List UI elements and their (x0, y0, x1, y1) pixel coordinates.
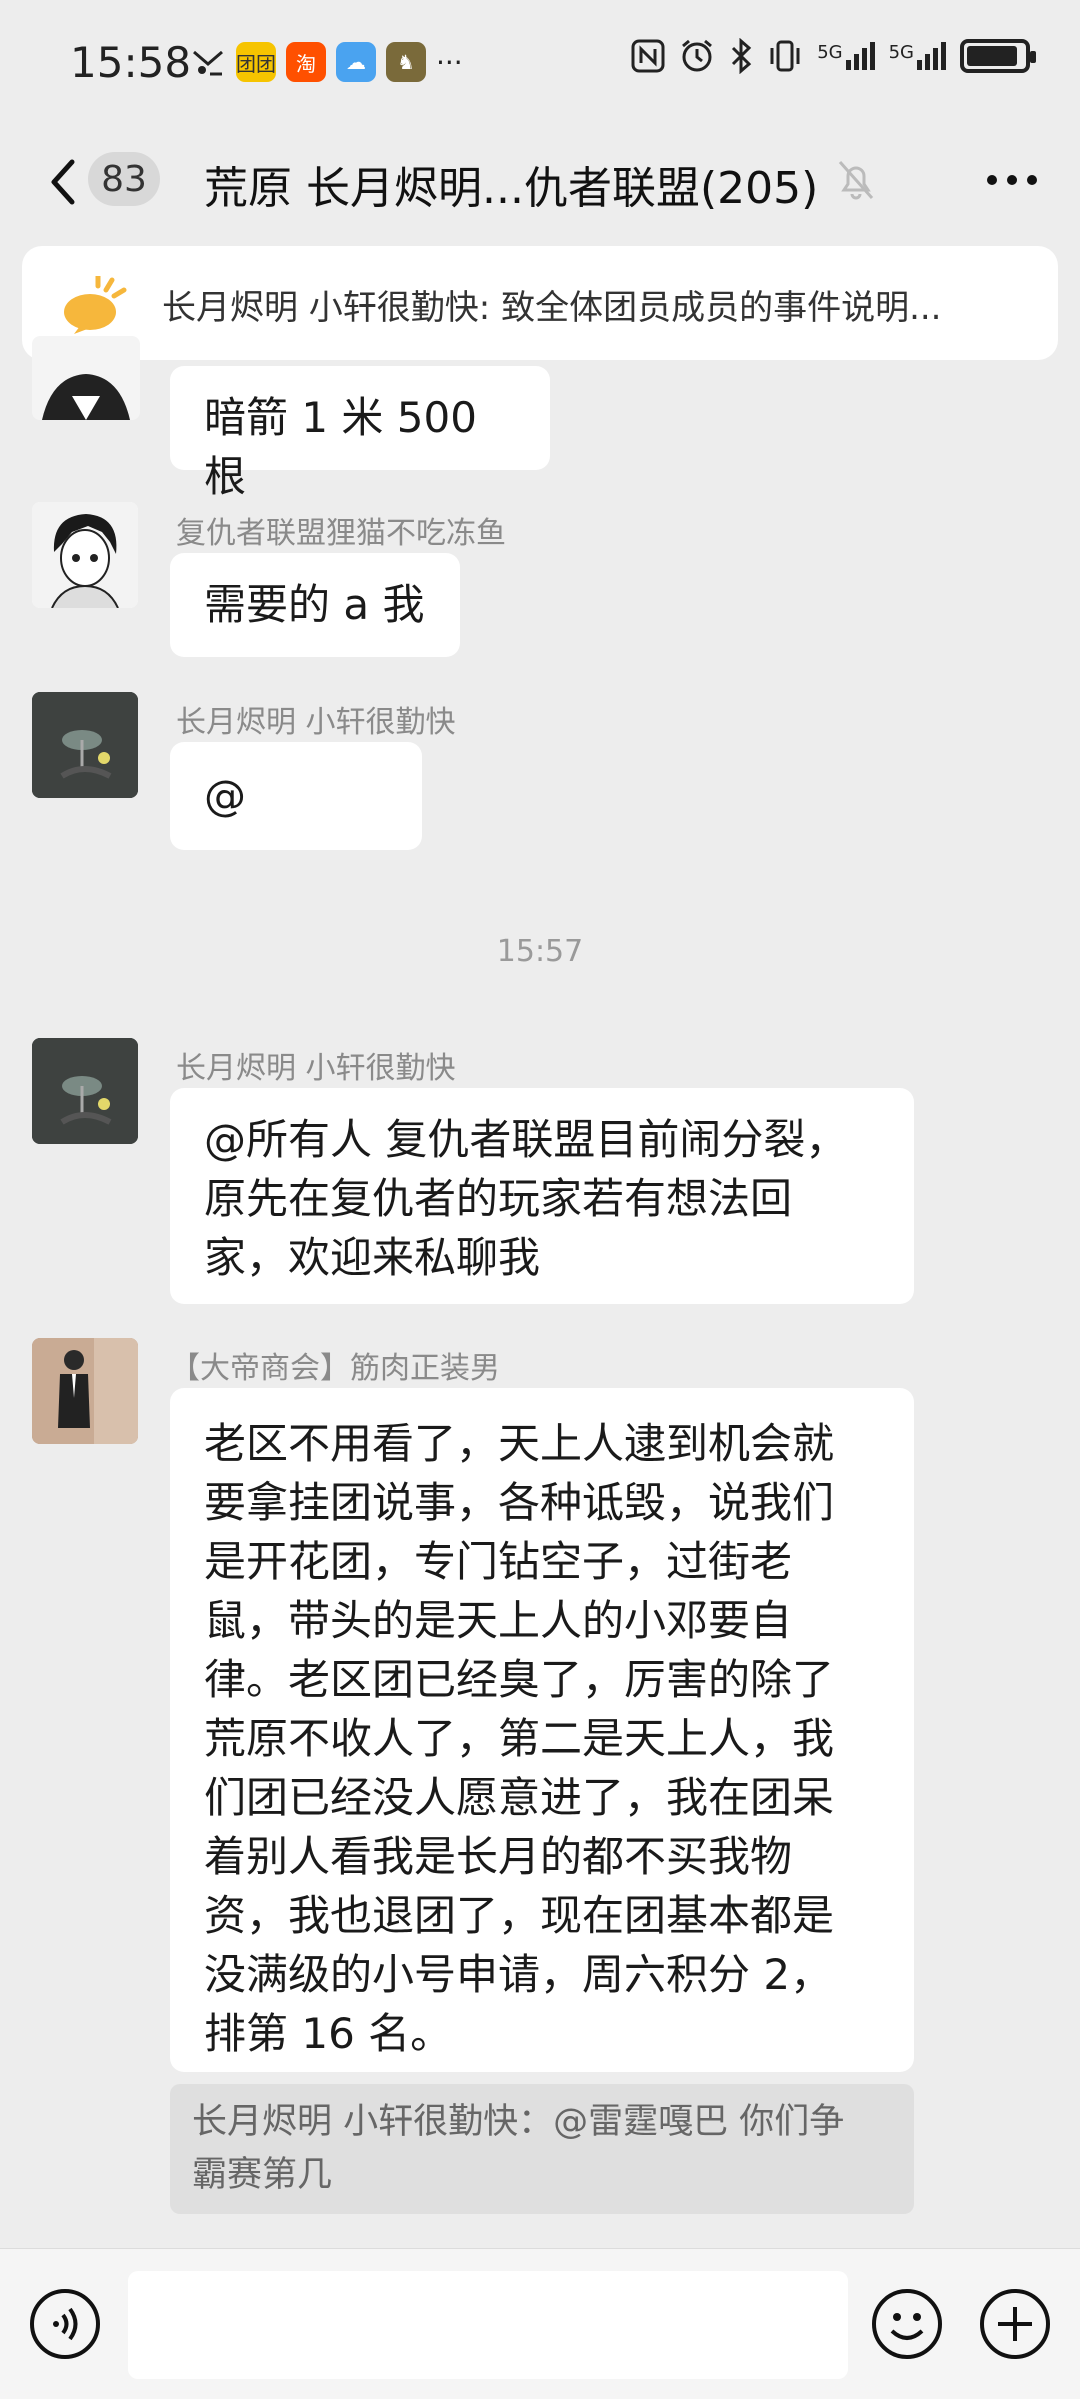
sender-name: 长月烬明 小轩很勤快 (176, 1051, 456, 1086)
group-notice-banner[interactable]: 长月烬明 小轩很勤快: 致全体团员成员的事件说明... (22, 246, 1058, 360)
avatar[interactable] (32, 336, 140, 420)
vibrate-icon (770, 40, 800, 72)
unread-count-badge[interactable]: 83 (88, 152, 160, 206)
emoji-icon[interactable] (870, 2287, 944, 2361)
message-bubble[interactable]: @ (170, 742, 422, 850)
voice-input-icon[interactable] (28, 2287, 102, 2361)
sender-name: 复仇者联盟狸猫不吃冻鱼 (176, 516, 506, 551)
avatar[interactable] (32, 1038, 138, 1144)
taobao-icon: 淘 (286, 42, 326, 82)
input-bar (0, 2248, 1080, 2399)
announcement-icon (64, 276, 127, 334)
add-attachment-icon[interactable] (978, 2287, 1052, 2361)
message-bubble[interactable]: 需要的 a 我 (170, 553, 460, 657)
mute-bell-icon (838, 161, 874, 200)
status-app-icons: 团团 淘 ☁ ♞ ··· (190, 42, 463, 82)
status-time: 15:58 (70, 38, 192, 87)
weather-icon: ☁ (336, 42, 376, 82)
game-icon: ♞ (386, 42, 426, 82)
message-bubble[interactable]: 老区不用看了，天上人逮到机会就 要拿挂团说事，各种诋毁，说我们 是开花团，专门钻… (170, 1388, 914, 2072)
alarm-icon (682, 39, 713, 72)
bluetooth-icon (732, 38, 752, 74)
avatar[interactable] (32, 1338, 138, 1444)
signal-5g-2: 5G (889, 42, 946, 70)
quoted-message[interactable]: 长月烬明 小轩很勤快：@雷霆嘎巴 你们争 霸赛第几 (170, 2084, 914, 2214)
chat-header: 83 荒原 长月烬明...仇者联盟(205) (0, 130, 1080, 240)
app-icon-1: 团团 (236, 42, 276, 82)
sender-name: 长月烬明 小轩很勤快 (176, 705, 456, 740)
more-options-icon[interactable] (982, 160, 1042, 200)
avatar[interactable] (32, 692, 138, 798)
back-arrow-icon[interactable] (40, 152, 90, 212)
timestamp: 15:57 (496, 934, 584, 969)
battery-icon (960, 39, 1036, 73)
message-bubble[interactable]: @所有人 复仇者联盟目前闹分裂， 原先在复仇者的玩家若有想法回 家，欢迎来私聊我 (170, 1088, 914, 1304)
message-input[interactable] (128, 2271, 848, 2379)
signal-5g-1: 5G (817, 42, 875, 70)
sender-name: 【大帝商会】筋肉正装男 (170, 1351, 500, 1386)
avatar[interactable] (32, 502, 138, 608)
message-bubble[interactable]: 暗箭 1 米 500 根 (170, 366, 550, 501)
status-bar: 15:58 团团 淘 ☁ ♞ ··· 5G 5G (0, 0, 1080, 130)
notification-icon (193, 50, 223, 76)
more-notifications-icon: ··· (436, 45, 463, 79)
notice-text: 长月烬明 小轩很勤快: 致全体团员成员的事件说明... (162, 288, 942, 328)
chat-title: 荒原 长月烬明...仇者联盟(205) (204, 163, 819, 214)
status-system-icons: 5G 5G (631, 38, 1036, 74)
nfc-icon (631, 39, 665, 73)
